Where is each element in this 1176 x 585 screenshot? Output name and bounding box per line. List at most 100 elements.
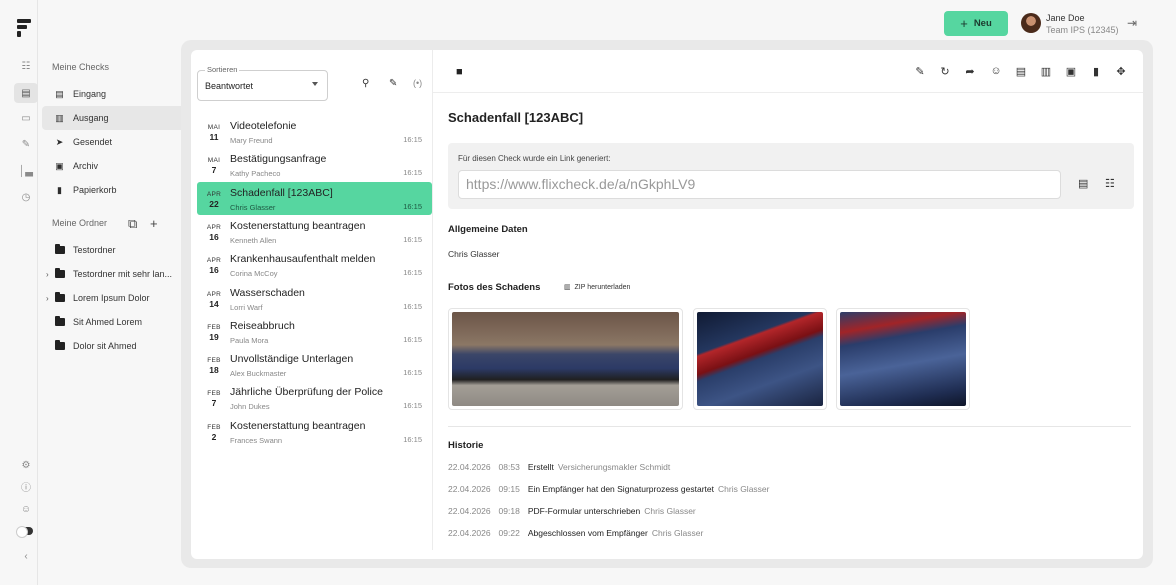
section-title-folders: Meine Ordner [52, 218, 108, 228]
item-person: Paula Mora [230, 336, 269, 345]
history-event: Ein Empfänger hat den Signaturprozess ge… [527, 484, 714, 494]
broadcast-icon[interactable]: (•) [413, 78, 422, 88]
damage-photo-1[interactable] [448, 308, 683, 410]
user-icon[interactable]: ☺ [989, 65, 1003, 77]
history-row: 22.04.2026 09:22 Abgeschlossen vom Empfäng… [448, 528, 703, 542]
item-title: Kostenerstattung beantragen [230, 220, 366, 232]
trash-icon: ▮ [57, 184, 62, 195]
folder-label: Testordner mit sehr lan... [73, 269, 173, 279]
chart-rail-icon[interactable]: │▃ [14, 161, 38, 181]
add-folder-icon[interactable]: ⧉ [128, 216, 137, 232]
forward-icon[interactable]: ➦ [963, 65, 977, 78]
item-time: 16:15 [403, 401, 422, 410]
link-notice: Für diesen Check wurde ein Link generier… [458, 154, 611, 163]
settings-gear-icon[interactable]: ⚙ [14, 455, 38, 475]
sort-select[interactable]: Sortieren Beantwortet [197, 65, 328, 101]
sort-label: Sortieren [205, 65, 240, 74]
list-item[interactable]: APR 16 Kostenerstattung beantragen Kenne… [197, 215, 432, 248]
item-day: 16 [209, 265, 219, 275]
general-data-value: Chris Glasser [448, 249, 500, 259]
item-month: APR [206, 191, 222, 198]
inbox-rail-icon[interactable]: ▤ [14, 83, 38, 103]
item-person: Chris Glasser [230, 203, 276, 212]
repeat-icon[interactable]: ↻ [938, 65, 952, 78]
logout-icon[interactable]: ⇥ [1127, 16, 1137, 30]
item-title: Kostenerstattung beantragen [230, 420, 366, 432]
dashboard-grid-icon[interactable]: ☷ [14, 56, 38, 76]
zip-file-icon[interactable]: ▥ [1039, 65, 1053, 78]
item-day: 16 [209, 232, 219, 242]
damage-photo-2[interactable] [693, 308, 827, 410]
damage-photo-3[interactable] [836, 308, 970, 410]
item-day: 22 [209, 199, 219, 209]
item-person: Mary Freund [230, 136, 273, 145]
avatar[interactable] [1021, 13, 1041, 33]
app-logo-icon[interactable] [17, 19, 33, 37]
move-arrows-icon[interactable]: ✥ [1114, 65, 1128, 78]
item-day: 7 [211, 165, 217, 175]
theme-toggle[interactable] [16, 526, 33, 538]
zip-download-link[interactable]: ▥ ZIP herunterladen [564, 283, 630, 291]
item-month: FEB [207, 424, 221, 431]
item-person: John Dukes [230, 402, 270, 411]
archive-icon[interactable]: ▣ [1064, 65, 1078, 78]
history-event: Erstellt [527, 462, 554, 472]
list-item[interactable]: FEB 7 Jährliche Überprüfung der Police J… [197, 381, 432, 414]
sidebar-item-label: Gesendet [73, 137, 113, 147]
plus-icon[interactable]: + [150, 216, 158, 231]
list-item[interactable]: APR 14 Wasserschaden Lorri Warf 16:15 [197, 282, 432, 315]
item-day: 2 [211, 432, 217, 442]
search-icon[interactable]: ⚲ [362, 78, 369, 89]
history-date: 22.04.2026 [448, 506, 491, 516]
item-title: Schadenfall [123ABC] [230, 187, 333, 199]
section-divider [448, 426, 1131, 427]
history-actor: Chris Glasser [644, 506, 696, 516]
history-row: 22.04.2026 09:15 Ein Empfänger hat den Sig… [448, 484, 769, 498]
pen-rail-icon[interactable]: ✎ [14, 134, 38, 154]
chevron-right-icon[interactable]: › [46, 270, 55, 279]
list-item[interactable]: MAI 11 Videotelefonie Mary Freund 16:15 [197, 115, 432, 148]
lock-icon[interactable]: ■ [456, 66, 463, 78]
item-title: Bestätigungsanfrage [230, 153, 327, 165]
item-day: 7 [211, 398, 217, 408]
folder-icon [55, 292, 65, 302]
zip-download-label: ZIP herunterladen [574, 284, 631, 291]
user-rail-icon[interactable]: ☺ [14, 499, 38, 519]
list-item-selected[interactable]: APR 22 Schadenfall [123ABC] Chris Glasse… [197, 182, 432, 215]
sort-value: Beantwortet [205, 81, 254, 91]
collapse-chevron-icon[interactable]: ‹ [14, 546, 38, 566]
detail-toolbar-divider [433, 92, 1143, 93]
trash-icon[interactable]: ▮ [1089, 65, 1103, 78]
history-time: 09:15 [498, 484, 520, 494]
new-check-button[interactable]: + Neu [944, 11, 1008, 36]
folder-icon [55, 244, 65, 254]
list-item[interactable]: APR 16 Krankenhausaufenthalt melden Cori… [197, 248, 432, 281]
list-item[interactable]: FEB 19 Reiseabbruch Paula Mora 16:15 [197, 315, 432, 348]
document-rail-icon[interactable]: ▭ [14, 108, 38, 128]
help-icon[interactable]: ⓘ [14, 476, 38, 496]
copy-document-icon[interactable]: ▤ [1078, 177, 1088, 190]
clock-rail-icon[interactable]: ◷ [14, 187, 38, 207]
list-item[interactable]: FEB 2 Kostenerstattung beantragen France… [197, 415, 432, 448]
history-time: 09:22 [498, 528, 520, 538]
item-month: APR [206, 257, 222, 264]
history-actor: Chris Glasser [651, 528, 704, 538]
list-item[interactable]: FEB 18 Unvollständige Unterlagen Alex Bu… [197, 348, 432, 381]
list-item[interactable]: MAI 7 Bestätigungsanfrage Kathy Pacheco … [197, 148, 432, 181]
column-divider [432, 50, 433, 550]
sidebar: Meine Checks ▤ Eingang ▥ Ausgang ➤ Gesen… [38, 0, 215, 585]
edit-icon[interactable]: ✎ [913, 65, 927, 78]
document-icon[interactable]: ▤ [1014, 65, 1028, 78]
item-person: Kenneth Allen [230, 236, 277, 245]
outbox-icon: ▥ [55, 112, 64, 123]
item-time: 16:15 [403, 168, 422, 177]
history-time: 09:18 [498, 506, 520, 516]
pen-icon[interactable]: ✎ [389, 78, 397, 89]
item-day: 19 [209, 332, 219, 342]
link-url-field[interactable]: https://www.flixcheck.de/a/nGkphLV9 [458, 170, 1061, 199]
item-person: Alex Buckmaster [230, 369, 287, 378]
folder-label: Lorem Ipsum Dolor [73, 293, 150, 303]
qr-code-icon[interactable]: ☷ [1105, 177, 1115, 190]
history-row: 22.04.2026 09:18 PDF-Formular unterschrieb… [448, 506, 696, 520]
chevron-right-icon[interactable]: › [46, 294, 55, 303]
